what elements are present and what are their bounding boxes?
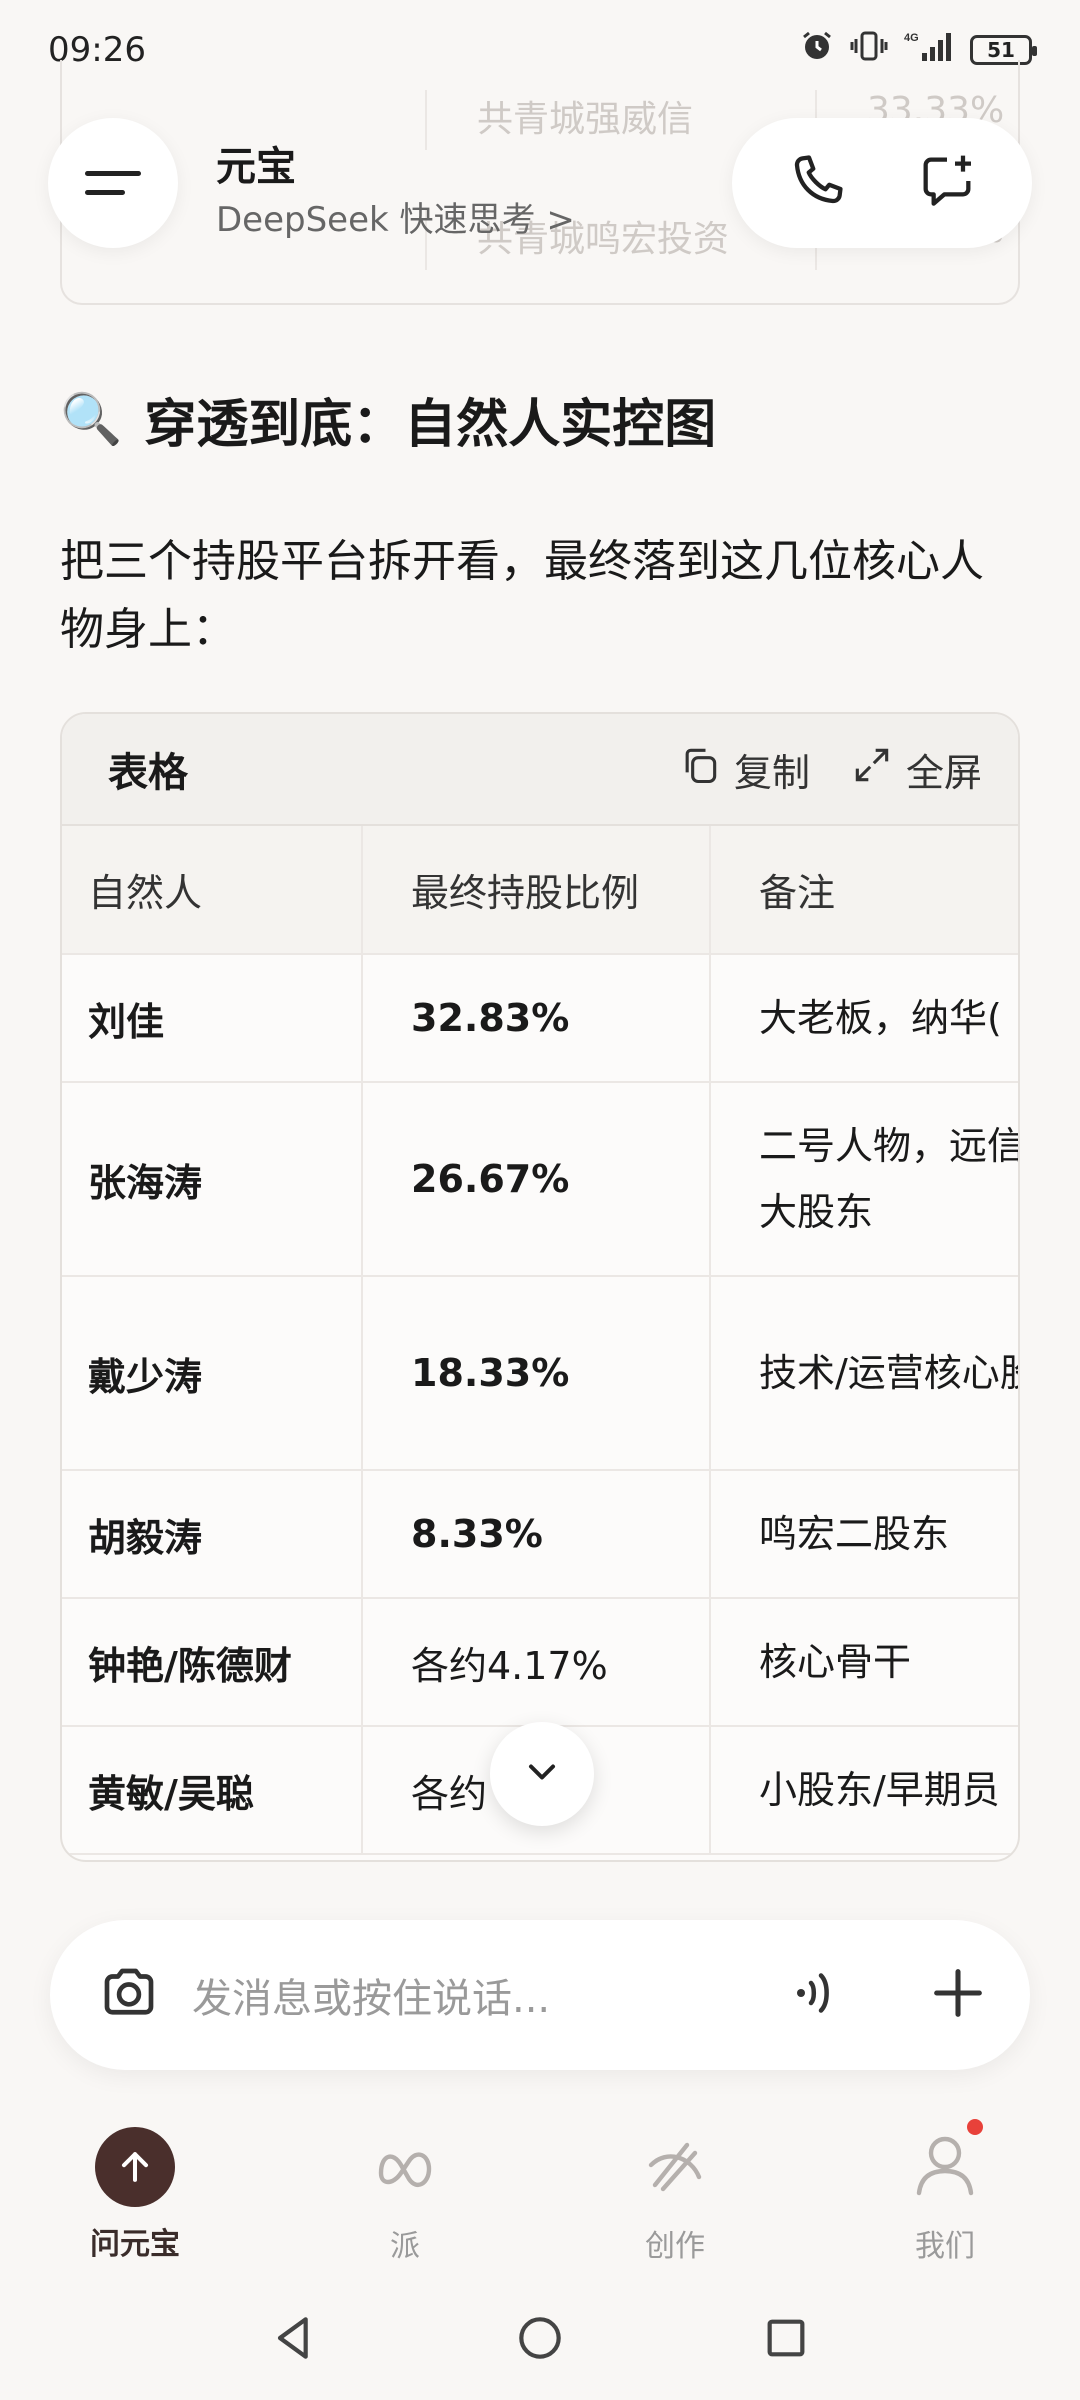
fullscreen-label: 全屏: [905, 750, 982, 795]
new-chat-icon[interactable]: [915, 149, 979, 217]
nav-ask-yuanbao[interactable]: 问元宝: [45, 2127, 225, 2263]
phone-icon[interactable]: [785, 149, 849, 217]
system-navigation: [0, 2300, 1080, 2380]
chat-title: 元宝: [216, 144, 296, 190]
model-selector[interactable]: DeepSeek 快速思考 >: [216, 192, 575, 241]
table-row: 戴少涛 18.33% 技术/运营核心股: [62, 1276, 1018, 1471]
person-name: 张海涛: [62, 1082, 363, 1277]
section-heading: 🔍 穿透到底：自然人实控图: [60, 382, 716, 457]
table-header-row: 自然人 最终持股比例 备注: [62, 826, 1018, 955]
camera-icon[interactable]: [96, 1960, 162, 2030]
table-row: 张海涛 26.67% 二号人物，远信大股东: [62, 1082, 1018, 1277]
magnifier-icon: 🔍: [60, 390, 123, 448]
person-name: 戴少涛: [62, 1276, 363, 1471]
copy-button[interactable]: 复制: [678, 742, 810, 797]
header-actions: [732, 118, 1032, 248]
person-name: 刘佳: [62, 954, 363, 1083]
message-input-bar[interactable]: 发消息或按住说话...: [50, 1920, 1030, 2070]
share-percent: 26.67%: [362, 1082, 711, 1277]
nav-label: 创作: [645, 2229, 705, 2264]
share-percent: 8.33%: [362, 1470, 711, 1599]
bottom-nav: 问元宝 派 创作 我们: [0, 2119, 1080, 2264]
note-cell: 鸣宏二股东: [710, 1470, 1018, 1599]
share-percent: 18.33%: [362, 1276, 711, 1471]
note-cell: 小股东/早期员: [710, 1726, 1018, 1855]
note-cell: 技术/运营核心股: [710, 1276, 1018, 1471]
intro-paragraph: 把三个持股平台拆开看，最终落到这几位核心人物身上：: [60, 536, 984, 655]
copy-icon: [678, 743, 722, 796]
recents-icon[interactable]: [758, 2310, 814, 2370]
infinity-icon: [365, 2125, 445, 2209]
table-row: 刘佳 32.83% 大老板，纳华(: [62, 954, 1018, 1083]
column-header: 自然人: [62, 826, 363, 955]
person-name: 钟艳/陈德财: [62, 1598, 363, 1727]
table-card-header: 表格 复制 全屏: [62, 714, 1018, 826]
nav-label: 问元宝: [90, 2227, 180, 2262]
note-cell: 二号人物，远信大股东: [710, 1082, 1018, 1277]
back-icon[interactable]: [266, 2310, 322, 2370]
user-icon: [905, 2125, 985, 2209]
table-card-title: 表格: [108, 750, 188, 796]
copy-label: 复制: [733, 750, 810, 795]
column-header: 备注: [710, 826, 1018, 955]
fullscreen-button[interactable]: 全屏: [850, 742, 982, 797]
person-name: 胡毅涛: [62, 1470, 363, 1599]
section-title: 穿透到底：自然人实控图: [144, 395, 717, 455]
create-icon: [635, 2125, 715, 2209]
menu-icon: [85, 171, 141, 176]
table-card: 表格 复制 全屏 自然人 最终持股比例 备注 刘佳 32.83% 大老板，纳华(…: [60, 712, 1020, 1862]
svg-text:4G: 4G: [904, 32, 919, 44]
scroll-down-button[interactable]: [490, 1722, 594, 1826]
nav-pai[interactable]: 派: [315, 2125, 495, 2265]
share-percent: 各约4.17%: [362, 1598, 711, 1727]
menu-button[interactable]: [48, 118, 178, 248]
nav-label: 我们: [915, 2229, 975, 2264]
note-cell: 大老板，纳华(: [710, 954, 1018, 1083]
column-header: 最终持股比例: [362, 826, 711, 955]
expand-icon: [850, 743, 894, 796]
share-percent: 32.83%: [362, 954, 711, 1083]
voice-icon[interactable]: [786, 1963, 846, 2027]
chevron-down-icon: [520, 1750, 564, 1798]
message-input[interactable]: 发消息或按住说话...: [192, 1966, 786, 2024]
nav-me[interactable]: 我们: [855, 2119, 1035, 2265]
nav-label: 派: [390, 2229, 420, 2264]
home-icon[interactable]: [512, 2310, 568, 2370]
arrow-up-icon: [95, 2127, 175, 2207]
table-row: 胡毅涛 8.33% 鸣宏二股东: [62, 1470, 1018, 1599]
table-row: 钟艳/陈德财 各约4.17% 核心骨干: [62, 1598, 1018, 1727]
person-name: 黄敏/吴聪: [62, 1726, 363, 1855]
note-cell: 核心骨干: [710, 1598, 1018, 1727]
data-table: 自然人 最终持股比例 备注 刘佳 32.83% 大老板，纳华( 张海涛 26.6…: [62, 826, 1018, 1855]
plus-icon[interactable]: [926, 1961, 990, 2029]
nav-create[interactable]: 创作: [585, 2125, 765, 2265]
notification-badge: [967, 2119, 983, 2135]
